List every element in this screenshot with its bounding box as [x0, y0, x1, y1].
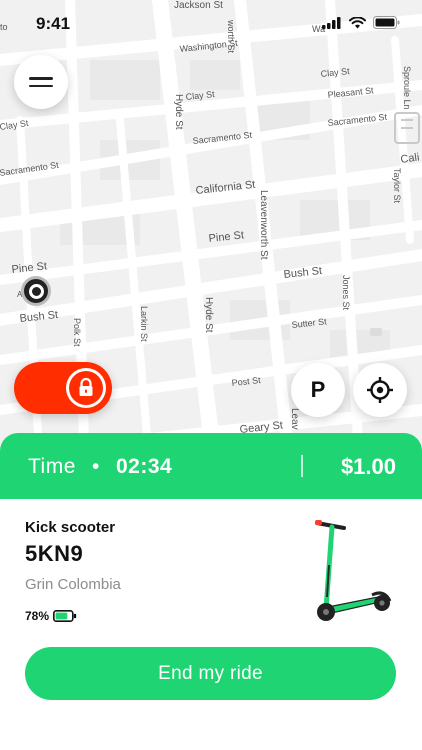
- street-label: Larkin St: [139, 306, 149, 342]
- ride-timer-bar: Time • 02:34 $1.00: [0, 433, 422, 499]
- recenter-location-button[interactable]: [353, 363, 407, 417]
- ride-screen: Jackson St worth St Washington St Wa Cla…: [0, 0, 422, 750]
- ride-price: $1.00: [340, 454, 396, 479]
- crosshair-icon: [367, 377, 393, 403]
- street-label: Leavenworth St: [258, 190, 269, 260]
- bullet-separator: •: [92, 455, 100, 478]
- time-value: 02:34: [116, 455, 173, 478]
- status-icons: [322, 16, 400, 29]
- lock-toggle[interactable]: [14, 362, 112, 414]
- hamburger-icon: [29, 72, 53, 92]
- lock-icon: [69, 371, 103, 405]
- battery-percent: 78%: [25, 609, 50, 623]
- wifi-icon: [349, 16, 366, 28]
- street-label: Jones St: [341, 275, 351, 311]
- battery-status-icon: [373, 16, 400, 29]
- end-ride-button[interactable]: End my ride: [25, 647, 396, 700]
- menu-button[interactable]: [14, 55, 68, 109]
- vehicle-battery: 78%: [25, 609, 77, 623]
- cellular-signal-icon: [322, 16, 341, 29]
- time-label: Time: [28, 455, 76, 478]
- parking-label: P: [310, 377, 326, 402]
- vehicle-operator: Grin Colombia: [25, 576, 121, 593]
- battery-icon: [53, 610, 77, 622]
- status-time: 9:41: [36, 14, 71, 33]
- vehicle-type: Kick scooter: [25, 519, 116, 536]
- street-label: Hyde St: [173, 94, 184, 130]
- street-label: Polk St: [72, 318, 82, 347]
- parking-button[interactable]: P: [291, 363, 345, 417]
- scooter-image: [315, 520, 392, 621]
- scooter-location-pin[interactable]: [24, 279, 48, 303]
- divider: [301, 455, 303, 477]
- vehicle-info-sheet: Kick scooter 5KN9 Grin Colombia 78% End …: [0, 499, 422, 750]
- street-label: Leav: [289, 408, 300, 430]
- street-label: Taylor St: [392, 168, 402, 204]
- street-label: Sproule Ln: [402, 66, 412, 110]
- street-label: Hyde St: [203, 297, 214, 333]
- lock-knob[interactable]: [66, 368, 106, 408]
- status-bar: 9:41: [0, 0, 422, 44]
- vehicle-code: 5KN9: [25, 541, 84, 566]
